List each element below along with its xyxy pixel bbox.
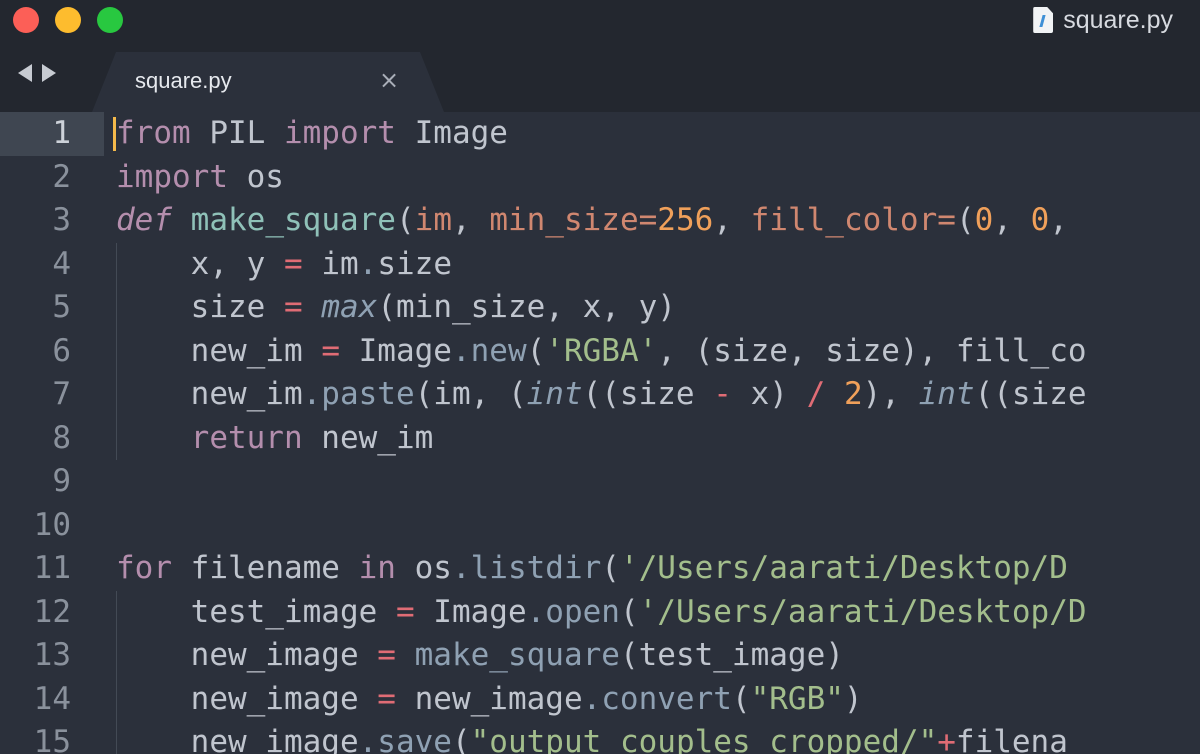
code-line: 2 import os bbox=[0, 156, 1200, 200]
code-text: from PIL import Image bbox=[116, 115, 508, 151]
minimize-window-button[interactable] bbox=[55, 7, 81, 33]
code-line: 3 def make_square(im, min_size=256, fill… bbox=[0, 199, 1200, 243]
line-number: 3 bbox=[52, 202, 71, 238]
code-line: 5 size = max(min_size, x, y) bbox=[0, 286, 1200, 330]
code-text: import os bbox=[116, 158, 284, 195]
parameter: fill_color bbox=[750, 202, 938, 238]
string-literal: '/Users/aarati/Desktop/D bbox=[638, 593, 1087, 630]
previous-tab-icon[interactable] bbox=[18, 64, 32, 82]
code-text: new_image = make_square(test_image) bbox=[116, 637, 844, 673]
code-editor[interactable]: 1 from PIL import Image 2 import os 3 de… bbox=[0, 112, 1200, 754]
string-literal: "output_couples_cropped/" bbox=[470, 724, 938, 754]
parameter: min_size bbox=[489, 202, 639, 238]
keyword: def bbox=[116, 202, 172, 238]
keyword: return bbox=[190, 419, 303, 456]
editor-window: square.py square.py × 1 from PIL import … bbox=[0, 0, 1200, 754]
window-title-text: square.py bbox=[1063, 5, 1173, 34]
line-number: 5 bbox=[52, 289, 71, 325]
line-number: 12 bbox=[33, 593, 71, 630]
string-literal: '/Users/aarati/Desktop/D bbox=[619, 550, 1068, 586]
tab-label: square.py bbox=[135, 68, 232, 93]
code-line: 4 x, y = im.size bbox=[0, 242, 1200, 286]
code-text: test_image = Image.open('/Users/aarati/D… bbox=[116, 593, 1087, 630]
code-text: def make_square(im, min_size=256, fill_c… bbox=[116, 202, 1068, 238]
code-line: 10 bbox=[0, 504, 1200, 548]
line-number: 13 bbox=[33, 637, 71, 673]
keyword: import bbox=[283, 115, 396, 151]
close-tab-icon[interactable]: × bbox=[379, 66, 399, 94]
line-number: 8 bbox=[52, 419, 71, 456]
code-line: 9 bbox=[0, 460, 1200, 504]
code-text: x, y = im.size bbox=[116, 245, 452, 282]
next-tab-icon[interactable] bbox=[42, 64, 56, 82]
python-file-icon bbox=[1033, 7, 1054, 33]
code-line: 15 new_image.save("output_couples_croppe… bbox=[0, 721, 1200, 754]
tab-navigation bbox=[18, 64, 56, 82]
code-line: 6 new_im = Image.new('RGBA', (size, size… bbox=[0, 329, 1200, 373]
line-number: 11 bbox=[33, 550, 71, 586]
code-line: 8 return new_im bbox=[0, 416, 1200, 460]
line-number: 1 bbox=[0, 112, 104, 156]
code-line: 12 test_image = Image.open('/Users/aarat… bbox=[0, 590, 1200, 634]
builtin-function: max bbox=[321, 289, 378, 325]
code-text: new_image = new_image.convert("RGB") bbox=[116, 680, 863, 717]
code-text: new_image.save("output_couples_cropped/"… bbox=[116, 721, 1068, 754]
keyword: from bbox=[116, 115, 191, 151]
code-text: return new_im bbox=[190, 419, 434, 456]
close-window-button[interactable] bbox=[13, 7, 39, 33]
zoom-window-button[interactable] bbox=[97, 7, 123, 33]
function-name: make_square bbox=[190, 202, 396, 238]
tab-square-py[interactable]: square.py × bbox=[92, 52, 444, 112]
code-text: new_im.paste(im, (int((size - x) / 2), i… bbox=[116, 376, 1087, 412]
string-literal: "RGB" bbox=[750, 680, 844, 717]
title-bar: square.py square.py × bbox=[0, 0, 1200, 112]
line-number: 9 bbox=[52, 463, 71, 499]
keyword: import bbox=[116, 158, 228, 195]
operator: = bbox=[283, 245, 303, 282]
line-number: 6 bbox=[52, 332, 71, 369]
code-line: 11 for filename in os.listdir('/Users/aa… bbox=[0, 547, 1200, 591]
line-number: 14 bbox=[33, 680, 71, 717]
code-line: 14 new_image = new_image.convert("RGB") bbox=[0, 677, 1200, 721]
code-line: 1 from PIL import Image bbox=[0, 112, 1200, 156]
string-literal: 'RGBA' bbox=[545, 332, 658, 369]
number-literal: 256 bbox=[657, 202, 714, 238]
line-number: 2 bbox=[52, 158, 71, 195]
window-title: square.py bbox=[1033, 5, 1173, 35]
code-text: for filename in os.listdir('/Users/aarat… bbox=[116, 550, 1068, 586]
line-number: 7 bbox=[52, 376, 71, 412]
code-text: new_im = Image.new('RGBA', (size, size),… bbox=[116, 332, 1087, 369]
line-number: 15 bbox=[33, 724, 71, 754]
line-number: 10 bbox=[33, 506, 71, 543]
line-number: 4 bbox=[52, 245, 71, 282]
code-line: 7 new_im.paste(im, (int((size - x) / 2),… bbox=[0, 373, 1200, 417]
parameter: im bbox=[414, 202, 452, 238]
code-text: size = max(min_size, x, y) bbox=[116, 289, 676, 325]
keyword: for bbox=[116, 550, 172, 586]
code-line: 13 new_image = make_square(test_image) bbox=[0, 634, 1200, 678]
